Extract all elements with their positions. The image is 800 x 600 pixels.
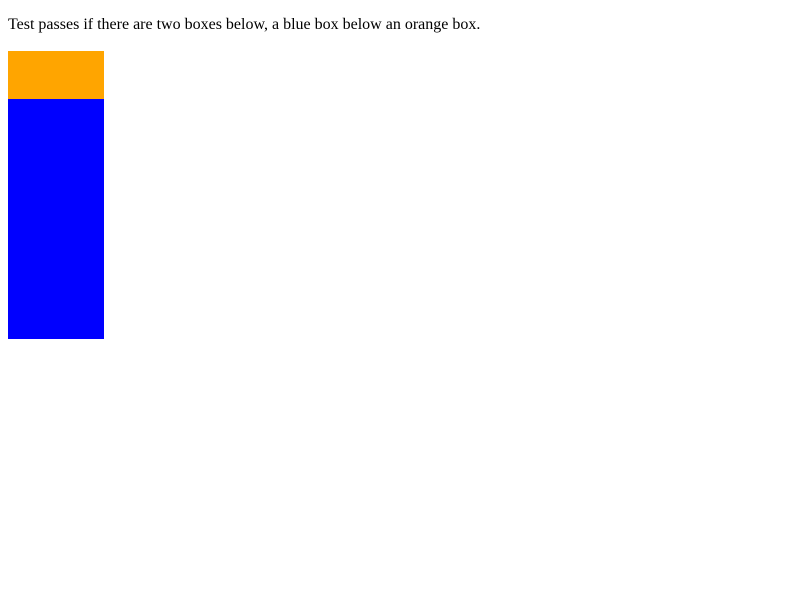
orange-box	[8, 51, 104, 99]
blue-box	[8, 99, 104, 339]
test-instruction-text: Test passes if there are two boxes below…	[8, 16, 481, 33]
